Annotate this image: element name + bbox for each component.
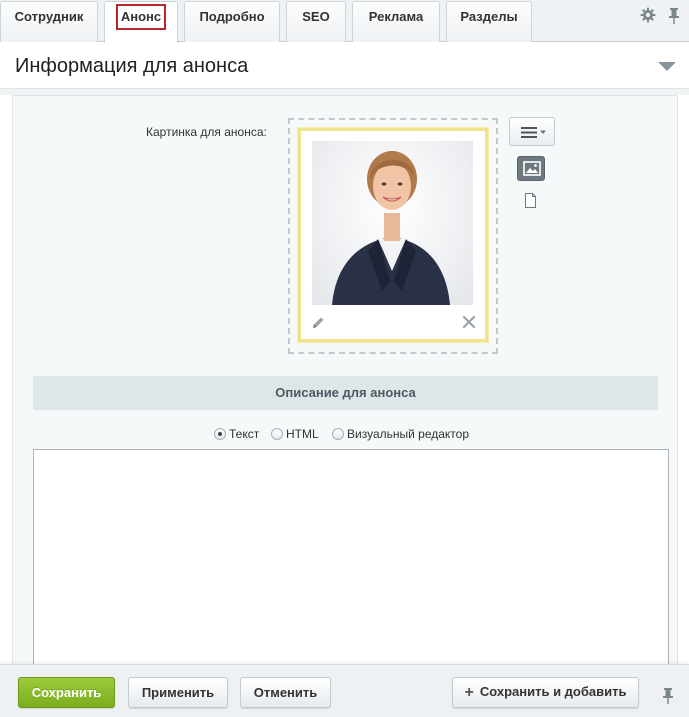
document-icon[interactable] [524, 193, 537, 208]
radio-html[interactable]: HTML [271, 427, 319, 441]
tab-label: Анонс [115, 4, 167, 30]
preview-image-label: Картинка для анонса: [146, 125, 267, 139]
pin-icon[interactable] [667, 8, 681, 24]
tab-advertising[interactable]: Реклама [352, 1, 440, 42]
pin-icon[interactable] [661, 688, 675, 704]
cancel-button[interactable]: Отменить [240, 677, 331, 708]
tab-label: Реклама [368, 9, 424, 24]
image-mode-button[interactable] [517, 156, 545, 181]
tab-label: Разделы [460, 9, 518, 24]
image-options-menu-button[interactable] [509, 117, 555, 146]
description-textarea[interactable] [33, 449, 669, 679]
radio-text[interactable]: Текст [214, 427, 259, 441]
image-icon [523, 161, 541, 176]
radio-visual-editor[interactable]: Визуальный редактор [332, 427, 469, 441]
save-button[interactable]: Сохранить [18, 677, 115, 708]
pencil-icon[interactable] [311, 316, 325, 330]
radio-dot[interactable] [214, 428, 226, 440]
section-title: Информация для анонса [15, 55, 249, 77]
tab-label: Подробно [199, 9, 265, 24]
close-icon[interactable] [463, 316, 475, 328]
tab-label: Сотрудник [14, 9, 84, 24]
radio-dot[interactable] [271, 428, 283, 440]
tab-details[interactable]: Подробно [184, 1, 280, 42]
triangle-down-icon[interactable] [658, 62, 676, 72]
person-photo-image [332, 151, 450, 305]
radio-dot[interactable] [332, 428, 344, 440]
radio-label: HTML [286, 427, 319, 441]
tab-seo[interactable]: SEO [286, 1, 346, 42]
tab-employee[interactable]: Сотрудник [0, 1, 98, 42]
hamburger-menu-icon [521, 127, 546, 138]
description-header: Описание для анонса [33, 376, 658, 410]
tab-label: SEO [302, 9, 330, 24]
section-divider [0, 88, 689, 95]
apply-button[interactable]: Применить [128, 677, 228, 708]
tab-announcement[interactable]: Анонс [104, 1, 178, 43]
plus-icon: + [464, 683, 474, 701]
description-mode-selector: Текст HTML Визуальный редактор [0, 427, 689, 445]
radio-label: Визуальный редактор [347, 427, 470, 441]
tab-sections[interactable]: Разделы [446, 1, 532, 42]
preview-photo [312, 141, 473, 305]
save-and-add-button[interactable]: + Сохранить и добавить [452, 677, 639, 708]
tab-bar: Сотрудник Анонс Подробно SEO Реклама Раз… [0, 0, 689, 43]
gear-icon[interactable] [640, 7, 656, 23]
save-and-add-label: Сохранить и добавить [479, 683, 627, 699]
radio-label: Текст [229, 427, 260, 441]
